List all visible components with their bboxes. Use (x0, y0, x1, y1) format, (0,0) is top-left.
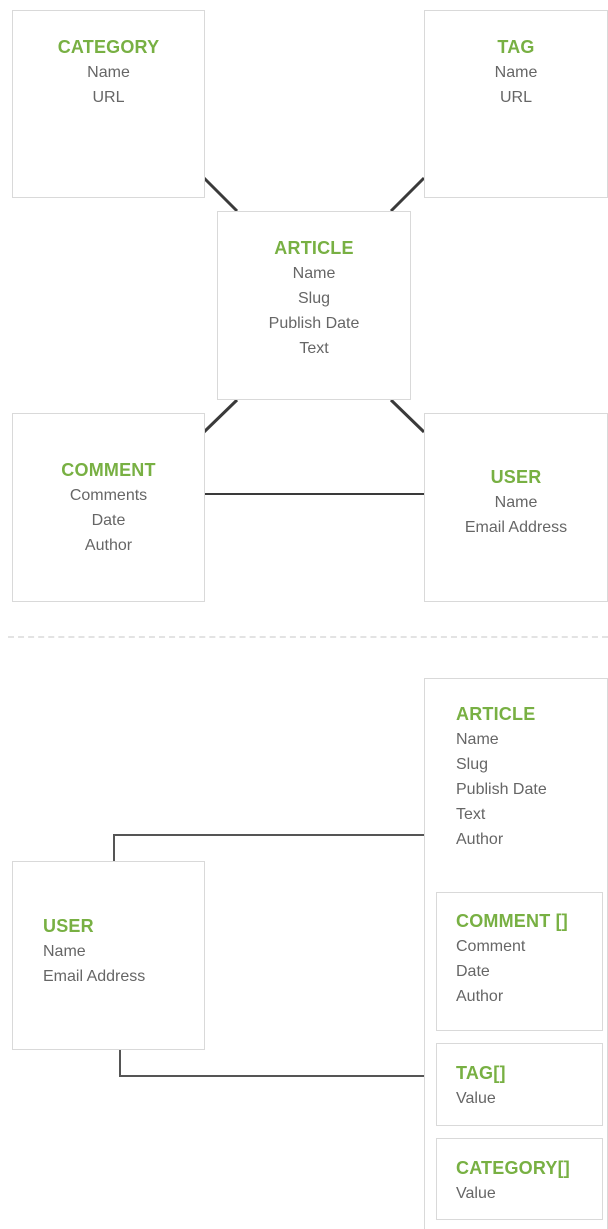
comment-field-comments: Comments (69, 486, 148, 504)
tag-field-url: URL (499, 88, 532, 106)
comment-entity-title: COMMENT (61, 459, 156, 480)
article-field-text: Text (299, 340, 329, 357)
connector-tag-article (389, 176, 426, 213)
doc-user-field-email: Email Address (43, 968, 146, 985)
comment-entity-box: COMMENT Comments Date Author (12, 413, 205, 602)
doc-article-field-text: Text (456, 806, 486, 823)
doc-comments-box: COMMENT [] Comment Date Author (436, 892, 603, 1031)
category-entity-box: CATEGORY Name URL (12, 10, 205, 198)
doc-comments-field-comment: Comment (456, 938, 526, 955)
doc-article-field-name: Name (456, 731, 499, 748)
doc-article-field-author: Author (456, 831, 504, 848)
category-field-url: URL (92, 88, 125, 106)
article-entity-title: ARTICLE (274, 238, 354, 258)
doc-user-title: USER (43, 916, 94, 936)
category-entity-title: CATEGORY (57, 36, 160, 57)
category-field-name: Name (87, 63, 130, 81)
tag-entity-title: TAG (497, 36, 535, 57)
connector-user-article (113, 834, 424, 862)
user-entity-title: USER (490, 467, 542, 487)
connector-article-user (389, 398, 426, 434)
user-entity-box: USER Name Email Address (424, 413, 608, 602)
user-field-name: Name (494, 494, 538, 511)
doc-comments-field-date: Date (456, 963, 490, 980)
connector-user-tags (119, 1050, 424, 1077)
connector-category-article (202, 176, 239, 213)
comment-field-author: Author (84, 536, 133, 554)
doc-user-box: USER Name Email Address (12, 861, 205, 1050)
article-entity-box: ARTICLE Name Slug Publish Date Text (217, 211, 411, 400)
doc-article-title: ARTICLE (456, 704, 536, 724)
tag-entity-box: TAG Name URL (424, 10, 608, 198)
doc-article-field-publish-date: Publish Date (456, 781, 547, 798)
doc-tags-field-value: Value (456, 1090, 496, 1107)
doc-comments-title: COMMENT [] (456, 911, 568, 931)
article-field-name: Name (292, 265, 336, 282)
doc-categories-box: CATEGORY[] Value (436, 1138, 603, 1220)
doc-categories-title: CATEGORY[] (456, 1158, 570, 1178)
doc-categories-field-value: Value (456, 1185, 496, 1202)
doc-user-field-name: Name (43, 943, 86, 960)
user-field-email: Email Address (464, 519, 568, 536)
comment-field-date: Date (91, 511, 126, 529)
connector-article-comment (202, 398, 239, 434)
doc-tags-title: TAG[] (456, 1063, 506, 1083)
doc-comments-field-author: Author (456, 988, 504, 1005)
article-field-publish-date: Publish Date (268, 315, 360, 332)
doc-tags-box: TAG[] Value (436, 1043, 603, 1126)
doc-article-field-slug: Slug (456, 756, 489, 773)
article-field-slug: Slug (297, 290, 331, 307)
tag-field-name: Name (494, 63, 538, 81)
